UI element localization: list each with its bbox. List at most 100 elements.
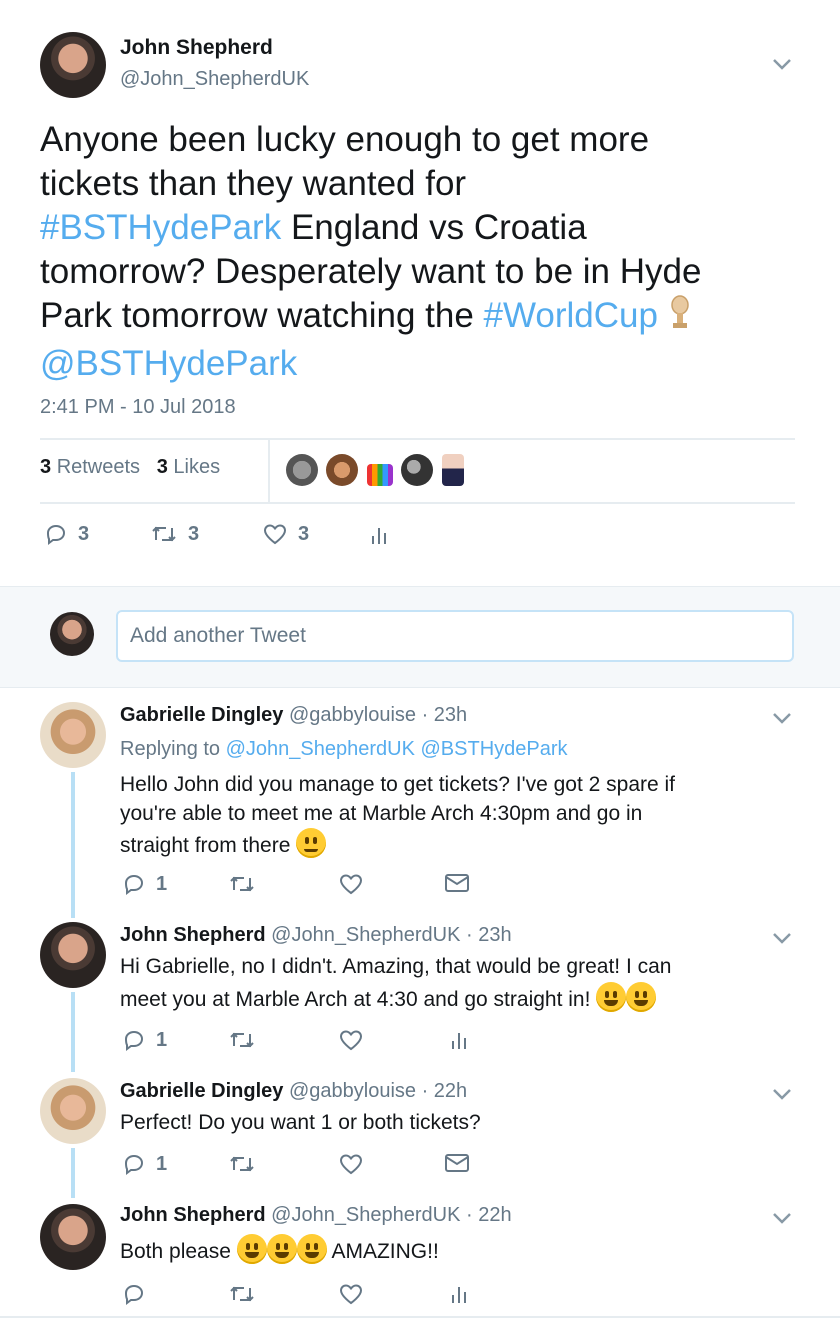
like-action[interactable] <box>338 1028 364 1052</box>
thread-line <box>71 992 75 1072</box>
reply-icon <box>124 874 144 895</box>
author-name[interactable]: John Shepherd <box>120 36 273 60</box>
reply-count: 1 <box>156 1152 168 1175</box>
reply-header: John Shepherd @John_ShepherdUK · 23h <box>120 924 512 947</box>
composer-avatar <box>50 612 94 656</box>
mention-link[interactable]: @BSTHydePark <box>40 344 297 383</box>
liker-avatar[interactable] <box>286 454 318 486</box>
like-action[interactable]: 3 <box>262 522 309 546</box>
chevron-down-icon[interactable] <box>770 52 794 78</box>
reply-time[interactable]: · 22h <box>466 1204 512 1226</box>
reply-time[interactable]: · 22h <box>422 1080 468 1102</box>
reply-avatar[interactable] <box>40 1078 106 1144</box>
analytics-action[interactable] <box>370 524 388 546</box>
replying-prefix: Replying to <box>120 738 226 760</box>
reply-author-handle[interactable]: @gabbylouise <box>289 1080 416 1102</box>
engagement-stats: 3 Retweets 3 Likes <box>40 456 220 479</box>
reply-text: Hello John did you manage to get tickets… <box>120 770 800 860</box>
analytics-action[interactable] <box>450 1283 468 1305</box>
divider <box>40 502 795 504</box>
analytics-icon <box>452 1033 466 1049</box>
retweet-action[interactable] <box>228 1152 256 1176</box>
analytics-action[interactable] <box>450 1029 468 1051</box>
chevron-down-icon[interactable] <box>770 1206 794 1232</box>
reply-action[interactable]: 1 <box>122 1028 167 1052</box>
likes-count: 3 <box>156 456 168 478</box>
liker-avatar[interactable] <box>366 464 393 486</box>
reply-icon <box>124 1030 144 1051</box>
heart-icon <box>339 1030 363 1051</box>
reply-author-handle[interactable]: @gabbylouise <box>289 704 416 726</box>
tweet-timestamp[interactable]: 2:41 PM - 10 Jul 2018 <box>40 396 236 419</box>
retweet-action[interactable] <box>228 872 256 896</box>
author-avatar[interactable] <box>40 32 106 98</box>
likes-stat[interactable]: 3 Likes <box>157 456 220 478</box>
tweet-text-line: tickets than they wanted for <box>40 164 467 203</box>
replying-to-links[interactable]: @John_ShepherdUK @BSTHydePark <box>226 738 568 760</box>
reply-icon <box>124 1154 144 1175</box>
retweet-icon <box>230 876 254 892</box>
reply-avatar[interactable] <box>40 922 106 988</box>
dm-action[interactable] <box>444 1152 470 1174</box>
likes-label: Likes <box>173 456 221 478</box>
reply-text-span: AMAZING!! <box>331 1240 439 1263</box>
stats-separator <box>268 440 270 502</box>
replying-to: Replying to @John_ShepherdUK @BSTHydePar… <box>120 738 568 761</box>
like-action[interactable] <box>338 872 364 896</box>
chevron-down-icon[interactable] <box>770 706 794 732</box>
reply-text-line: meet you at Marble Arch at 4:30 and go s… <box>120 982 800 1015</box>
author-handle[interactable]: @John_ShepherdUK <box>120 68 309 91</box>
reply-time[interactable]: · 23h <box>466 924 512 946</box>
tweet-text-span: Park tomorrow watching the <box>40 296 484 335</box>
reply-author-name[interactable]: John Shepherd <box>120 924 266 946</box>
chevron-down-icon[interactable] <box>770 1082 794 1108</box>
reply-text: Both please AMAZING!! <box>120 1234 439 1267</box>
retweet-action[interactable]: 3 <box>150 522 199 546</box>
reply-author-handle[interactable]: @John_ShepherdUK <box>271 1204 460 1226</box>
heart-icon <box>263 524 287 545</box>
retweet-icon <box>230 1156 254 1172</box>
reply-author-name[interactable]: John Shepherd <box>120 1204 266 1226</box>
like-count: 3 <box>298 522 310 545</box>
retweet-icon <box>230 1032 254 1048</box>
reply-author-name[interactable]: Gabrielle Dingley <box>120 1080 283 1102</box>
reply-action[interactable]: 1 <box>122 1152 167 1176</box>
reply-avatar[interactable] <box>40 1204 106 1270</box>
reply-avatar[interactable] <box>40 702 106 768</box>
like-action[interactable] <box>338 1152 364 1176</box>
liker-avatar[interactable] <box>326 454 359 486</box>
reply-action[interactable]: 3 <box>44 522 89 546</box>
analytics-icon <box>372 528 386 544</box>
reply-action[interactable] <box>122 1282 146 1306</box>
thread-line <box>71 772 75 918</box>
retweets-stat[interactable]: 3 Retweets <box>40 456 140 478</box>
retweets-count: 3 <box>40 456 52 478</box>
hashtag-link[interactable]: #WorldCup <box>484 296 658 335</box>
reply-text-span: meet you at Marble Arch at 4:30 and go s… <box>120 988 591 1011</box>
reply-count: 1 <box>156 1028 168 1051</box>
hashtag-link[interactable]: #BSTHydePark <box>40 208 281 247</box>
chevron-down-icon[interactable] <box>770 926 794 952</box>
reply-icon <box>124 1284 144 1305</box>
retweet-action[interactable] <box>228 1282 256 1306</box>
tweet-text-line: Anyone been lucky enough to get more <box>40 120 650 159</box>
reply-time[interactable]: · 23h <box>422 704 468 726</box>
like-action[interactable] <box>338 1282 364 1306</box>
reply-author-name[interactable]: Gabrielle Dingley <box>120 704 283 726</box>
liker-avatar[interactable] <box>441 454 464 486</box>
tweet-text-span: England vs Croatia <box>281 208 587 247</box>
analytics-icon <box>452 1287 466 1303</box>
liker-avatars <box>286 454 468 491</box>
tweet-text-line: #BSTHydePark England vs Croatia <box>40 206 820 250</box>
grinning-emoji <box>296 1234 327 1264</box>
heart-icon <box>339 874 363 895</box>
grinning-emoji <box>266 1234 297 1264</box>
retweet-action[interactable] <box>228 1028 256 1052</box>
liker-avatar[interactable] <box>401 454 434 486</box>
add-tweet-input[interactable] <box>116 610 794 662</box>
dm-action[interactable] <box>444 872 470 894</box>
reply-action[interactable]: 1 <box>122 872 167 896</box>
reply-author-handle[interactable]: @John_ShepherdUK <box>271 924 460 946</box>
divider <box>40 438 795 440</box>
reply-header: John Shepherd @John_ShepherdUK · 22h <box>120 1204 512 1227</box>
